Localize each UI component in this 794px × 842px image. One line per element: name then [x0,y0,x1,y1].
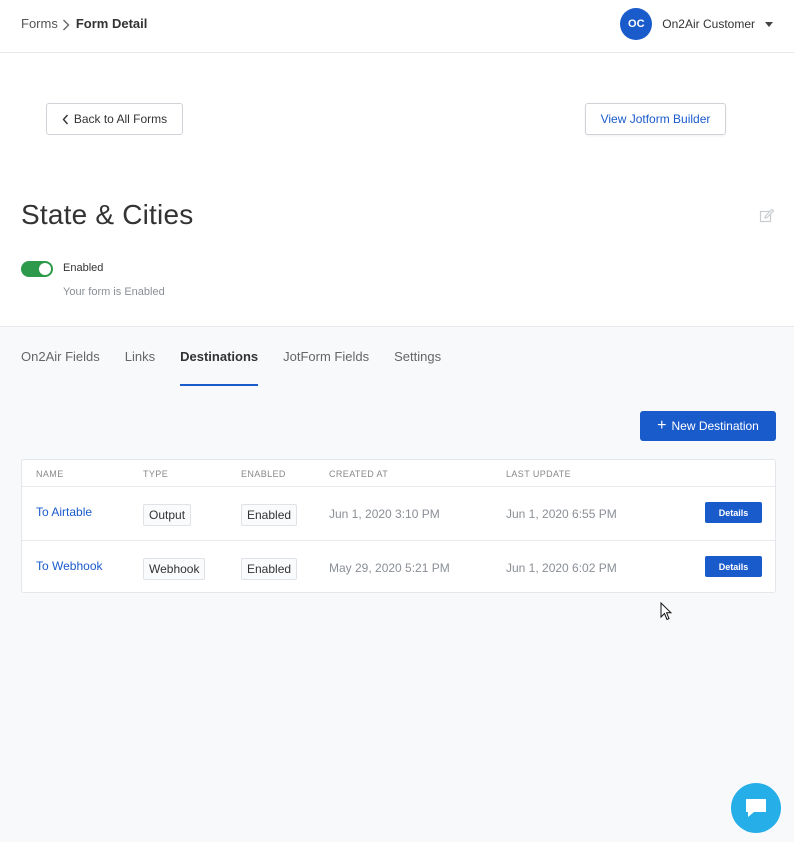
status-label: Enabled [63,262,104,274]
builder-button-label: View Jotform Builder [600,112,711,126]
column-header-name: NAME [36,469,64,479]
details-button[interactable]: Details [705,556,762,577]
breadcrumb-forms-link[interactable]: Forms [21,16,58,31]
tab-settings[interactable]: Settings [394,327,441,386]
chevron-left-icon [62,114,68,124]
tab-destinations[interactable]: Destinations [180,327,259,386]
tab-jotform-fields[interactable]: JotForm Fields [283,327,369,386]
back-to-forms-button[interactable]: Back to All Forms [46,103,183,135]
back-button-label: Back to All Forms [73,112,168,126]
edit-icon[interactable] [759,208,775,224]
form-header: Back to All Forms View Jotform Builder S… [0,53,794,327]
new-destination-button[interactable]: + New Destination [640,411,776,441]
destinations-table: NAME TYPE ENABLED CREATED AT LAST UPDATE… [21,459,776,593]
user-menu[interactable]: OC On2Air Customer [620,8,773,40]
table-row: To Airtable Output Enabled Jun 1, 2020 3… [22,487,775,540]
tab-bar: On2Air Fields Links Destinations JotForm… [21,327,466,386]
details-button[interactable]: Details [705,502,762,523]
last-update: Jun 1, 2020 6:55 PM [506,507,617,521]
tab-links[interactable]: Links [125,327,155,386]
top-bar: Forms Form Detail OC On2Air Customer [0,0,794,53]
column-header-updated: LAST UPDATE [506,469,572,479]
chat-launcher-button[interactable] [731,783,781,833]
type-badge: Output [143,504,192,526]
last-update: Jun 1, 2020 6:02 PM [506,561,617,575]
new-destination-label: New Destination [671,419,759,433]
status-description: Your form is Enabled [63,286,165,298]
created-at: Jun 1, 2020 3:10 PM [329,507,440,521]
mouse-cursor-icon [660,602,672,621]
form-enabled-toggle[interactable] [21,261,53,277]
type-badge: Webhook [143,558,206,580]
plus-icon: + [657,417,667,434]
enabled-badge: Enabled [241,558,298,580]
destination-name-link[interactable]: To Airtable [36,505,92,519]
page-title: State & Cities [21,199,194,230]
user-name: On2Air Customer [662,17,755,31]
destination-name-link[interactable]: To Webhook [36,559,103,573]
breadcrumb-current: Form Detail [75,16,148,31]
avatar: OC [620,8,653,40]
created-at: May 29, 2020 5:21 PM [329,561,450,575]
toggle-knob [39,263,51,275]
caret-down-icon [765,21,773,27]
column-header-created: CREATED AT [329,469,389,479]
enabled-badge: Enabled [241,504,298,526]
breadcrumb: Forms Form Detail [21,16,147,31]
tab-on2air-fields[interactable]: On2Air Fields [21,327,100,386]
table-header: NAME TYPE ENABLED CREATED AT LAST UPDATE [22,460,775,487]
chat-bubble-icon [746,799,766,817]
view-builder-button[interactable]: View Jotform Builder [585,103,726,135]
chevron-right-icon [62,18,70,30]
column-header-type: TYPE [143,469,169,479]
column-header-enabled: ENABLED [241,469,286,479]
table-row: To Webhook Webhook Enabled May 29, 2020 … [22,540,775,593]
